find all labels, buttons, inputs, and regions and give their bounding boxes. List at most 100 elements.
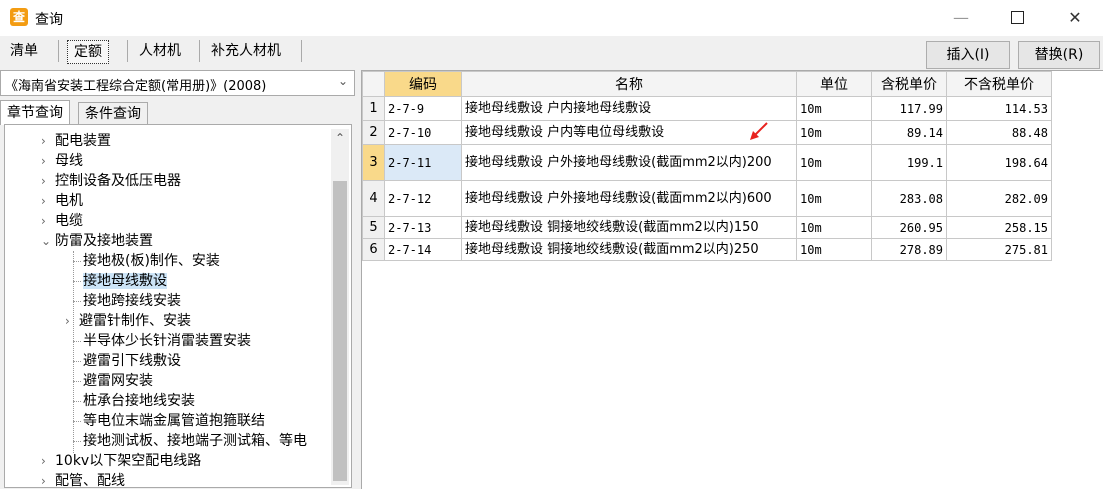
tree-item[interactable]: 避雷引下线敷设 [83, 351, 181, 371]
row-number: 6 [362, 238, 385, 261]
price-notax-column-header[interactable]: 不含税单价 [946, 71, 1052, 97]
scroll-up-icon[interactable]: ⌃ [331, 131, 349, 145]
price-notax-cell[interactable]: 198.64 [946, 144, 1052, 181]
tab-bill[interactable]: 清单 [4, 38, 44, 64]
query-app-icon: 查 [10, 8, 28, 26]
name-cell[interactable]: 接地母线敷设 户内接地母线敷设 [461, 96, 797, 121]
table-row[interactable]: 2 2-7-10 接地母线敷设 户内等电位母线敷设 10m 89.14 88.4… [362, 120, 1052, 145]
tab-labor-material-machine[interactable]: 人材机 [133, 38, 187, 64]
price-notax-cell[interactable]: 114.53 [946, 96, 1052, 121]
tree-item-selected[interactable]: 接地母线敷设 [83, 271, 167, 291]
unit-cell[interactable]: 10m [796, 144, 872, 181]
price-tax-cell[interactable]: 117.99 [871, 96, 947, 121]
window-title: 查询 [35, 12, 63, 28]
tree-item[interactable]: 接地跨接线安装 [83, 291, 181, 311]
tree-guide-line [73, 261, 81, 262]
unit-cell[interactable]: 10m [796, 120, 872, 145]
row-number: 4 [362, 180, 385, 217]
name-cell[interactable]: 接地母线敷设 户内等电位母线敷设 [461, 120, 797, 145]
name-column-header[interactable]: 名称 [461, 71, 797, 97]
tree-guide-line [73, 281, 81, 282]
price-tax-column-header[interactable]: 含税单价 [871, 71, 947, 97]
tree-guide-line [73, 441, 81, 442]
row-number: 2 [362, 120, 385, 145]
chapter-tree: › 配电装置 › 母线 › 控制设备及低压电器 › 电机 › 电缆 ⌄ 防雷及接地装置 接地… [4, 124, 352, 488]
insert-button[interactable]: 插入(I) [926, 41, 1010, 69]
title-bar: 查 查询 — ✕ [0, 0, 1103, 36]
table-row[interactable]: 6 2-7-14 接地母线敷设 铜接地绞线敷设(截面mm2以内)250 10m … [362, 238, 1052, 261]
tree-item[interactable]: › 电缆 [41, 211, 83, 231]
tree-item[interactable]: › 避雷针制作、安装 [65, 311, 191, 331]
row-number: 1 [362, 96, 385, 121]
unit-column-header[interactable]: 单位 [796, 71, 872, 97]
quota-book-value: 《海南省安装工程综合定额(常用册)》(2008) [5, 79, 267, 94]
tree-item[interactable]: 接地极(板)制作、安装 [83, 251, 220, 271]
name-cell[interactable]: 接地母线敷设 户外接地母线敷设(截面mm2以内)200 [461, 144, 797, 181]
tree-guide-line [73, 361, 81, 362]
tree-item[interactable]: 避雷网安装 [83, 371, 153, 391]
tab-separator [199, 40, 200, 62]
quota-book-select[interactable]: 《海南省安装工程综合定额(常用册)》(2008) ⌄ [0, 70, 355, 96]
table-header-row: 编码 名称 单位 含税单价 不含税单价 [362, 71, 1052, 97]
tree-item[interactable]: › 控制设备及低压电器 [41, 171, 181, 191]
tree-item[interactable]: › 配电装置 [41, 131, 111, 151]
tree-item[interactable]: › 10kv以下架空配电线路 [41, 451, 201, 471]
code-cell[interactable]: 2-7-9 [384, 96, 462, 121]
table-row[interactable]: 1 2-7-9 接地母线敷设 户内接地母线敷设 10m 117.99 114.5… [362, 96, 1052, 121]
price-tax-cell[interactable]: 89.14 [871, 120, 947, 145]
code-cell[interactable]: 2-7-13 [384, 216, 462, 239]
price-tax-cell[interactable]: 278.89 [871, 238, 947, 261]
unit-cell[interactable]: 10m [796, 216, 872, 239]
tab-supplementary-lmm[interactable]: 补充人材机 [205, 38, 287, 64]
price-tax-cell[interactable]: 283.08 [871, 180, 947, 217]
row-number: 3 [362, 144, 385, 181]
name-cell[interactable]: 接地母线敷设 铜接地绞线敷设(截面mm2以内)250 [461, 238, 797, 261]
tree-item[interactable]: 半导体少长针消雷装置安装 [83, 331, 251, 351]
maximize-button[interactable] [994, 0, 1040, 36]
tree-guide-line [73, 401, 81, 402]
tree-item[interactable]: › 电机 [41, 191, 83, 211]
tree-guide-line [73, 421, 81, 422]
rownum-header [362, 71, 385, 97]
tree-item[interactable]: › 配管、配线 [41, 471, 125, 487]
price-tax-cell[interactable]: 199.1 [871, 144, 947, 181]
code-cell[interactable]: 2-7-10 [384, 120, 462, 145]
tree-guide-line [73, 381, 81, 382]
price-tax-cell[interactable]: 260.95 [871, 216, 947, 239]
minimize-button[interactable]: — [938, 0, 984, 36]
tree-item[interactable]: ⌄ 防雷及接地装置 [41, 231, 153, 251]
name-cell[interactable]: 接地母线敷设 户外接地母线敷设(截面mm2以内)600 [461, 180, 797, 217]
price-notax-cell[interactable]: 282.09 [946, 180, 1052, 217]
tree-item[interactable]: 桩承台接地线安装 [83, 391, 195, 411]
row-number: 5 [362, 216, 385, 239]
code-cell[interactable]: 2-7-12 [384, 180, 462, 217]
name-cell[interactable]: 接地母线敷设 铜接地绞线敷设(截面mm2以内)150 [461, 216, 797, 239]
tree-guide-line [73, 301, 81, 302]
maximize-icon [1010, 10, 1024, 24]
price-notax-cell[interactable]: 275.81 [946, 238, 1052, 261]
tab-quota[interactable]: 定额 [67, 40, 109, 64]
price-notax-cell[interactable]: 88.48 [946, 120, 1052, 145]
tree-item[interactable]: 接地测试板、接地端子测试箱、等电 [83, 431, 327, 451]
replace-button[interactable]: 替换(R) [1018, 41, 1100, 69]
tab-chapter-query[interactable]: 章节查询 [0, 100, 70, 125]
table-row-active[interactable]: 3 2-7-11 接地母线敷设 户外接地母线敷设(截面mm2以内)200 10m… [362, 144, 1052, 181]
table-row[interactable]: 4 2-7-12 接地母线敷设 户外接地母线敷设(截面mm2以内)600 10m… [362, 180, 1052, 217]
unit-cell[interactable]: 10m [796, 96, 872, 121]
tree-item[interactable]: › 母线 [41, 151, 83, 171]
code-column-header[interactable]: 编码 [384, 71, 462, 97]
annotation-arrow-icon [750, 122, 768, 140]
unit-cell[interactable]: 10m [796, 238, 872, 261]
tab-condition-query[interactable]: 条件查询 [78, 102, 148, 125]
table-row[interactable]: 5 2-7-13 接地母线敷设 铜接地绞线敷设(截面mm2以内)150 10m … [362, 216, 1052, 239]
results-table: 编码 名称 单位 含税单价 不含税单价 1 2-7-9 接地母线敷设 户内接地母… [362, 71, 1052, 261]
close-button[interactable]: ✕ [1052, 0, 1098, 36]
code-cell[interactable]: 2-7-14 [384, 238, 462, 261]
price-notax-cell[interactable]: 258.15 [946, 216, 1052, 239]
tree-scrollbar[interactable]: ⌃ [331, 129, 349, 485]
unit-cell[interactable]: 10m [796, 180, 872, 217]
code-cell-selected[interactable]: 2-7-11 [384, 144, 462, 181]
scroll-thumb[interactable] [333, 181, 347, 481]
tree-item[interactable]: 等电位末端金属管道抱箍联结 [83, 411, 265, 431]
tree-guide-line [73, 341, 81, 342]
